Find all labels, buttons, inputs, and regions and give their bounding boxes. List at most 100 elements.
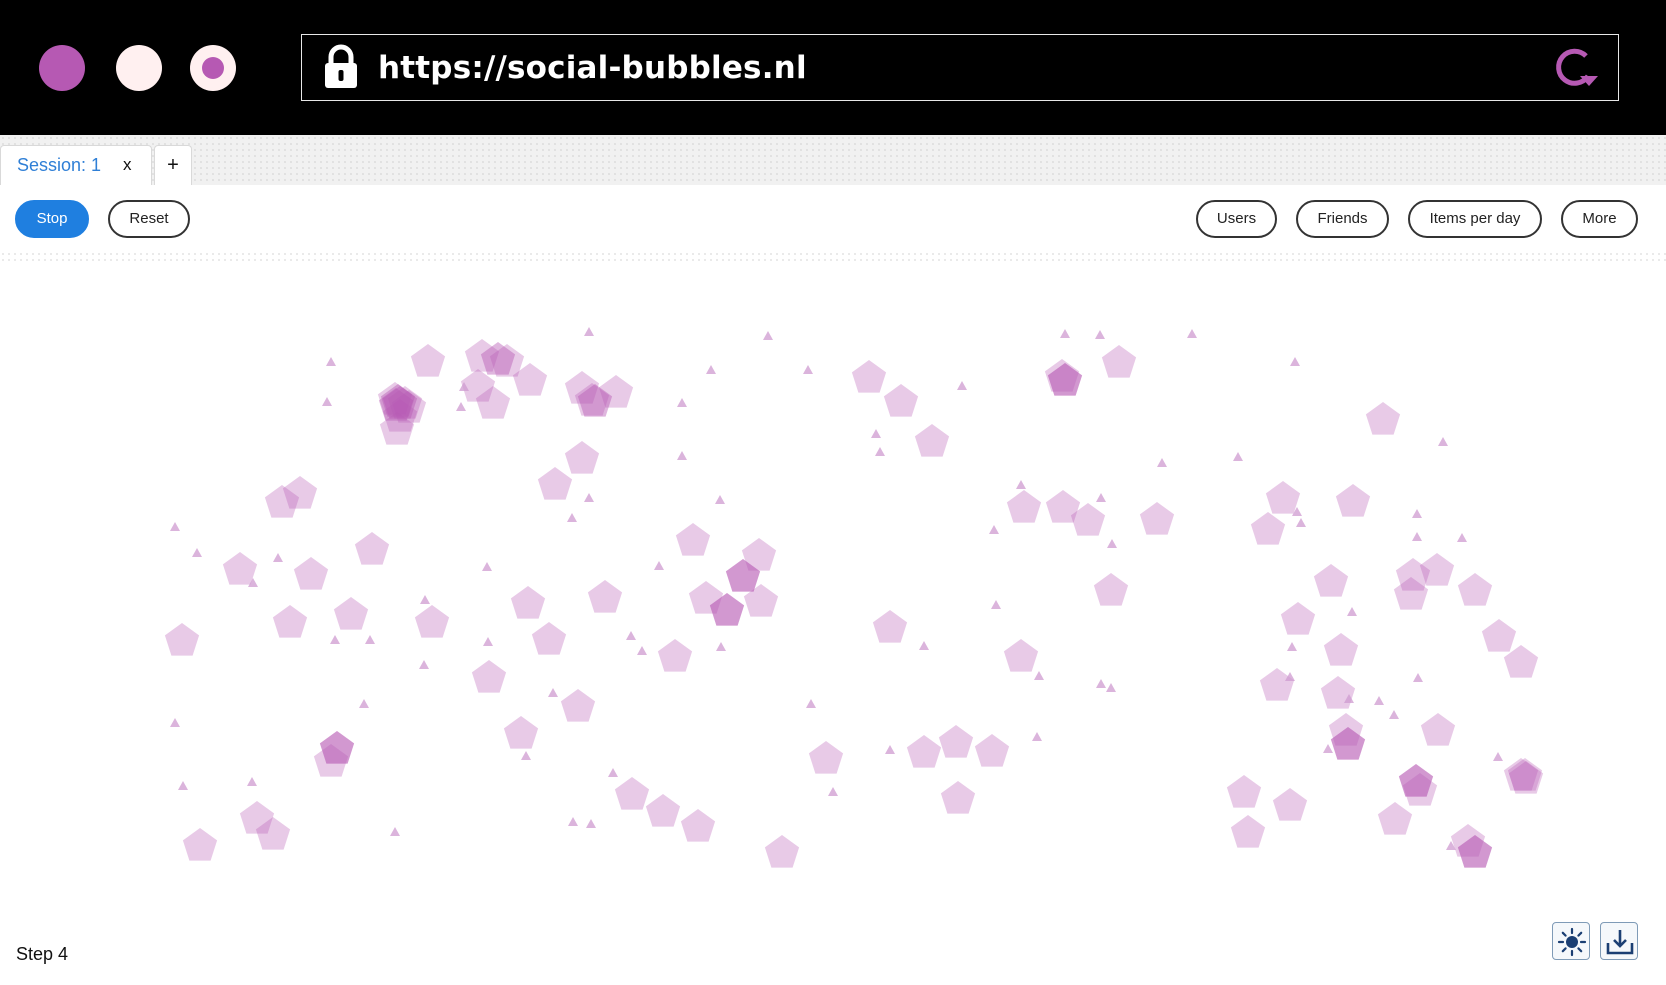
user-bubble[interactable] bbox=[1481, 619, 1517, 652]
item-triangle bbox=[1457, 533, 1467, 542]
friends-button[interactable]: Friends bbox=[1296, 200, 1389, 238]
item-triangle bbox=[1347, 607, 1357, 616]
item-triangle bbox=[273, 553, 283, 562]
user-bubble[interactable] bbox=[1320, 676, 1356, 709]
user-bubble[interactable] bbox=[503, 716, 539, 749]
user-bubble[interactable] bbox=[764, 835, 800, 868]
item-triangle bbox=[170, 718, 180, 727]
user-bubble[interactable] bbox=[1419, 553, 1455, 586]
user-bubble[interactable] bbox=[1457, 573, 1493, 606]
item-triangle bbox=[568, 817, 578, 826]
item-triangle bbox=[521, 751, 531, 760]
item-triangle bbox=[1106, 683, 1116, 692]
add-tab-button[interactable]: + bbox=[154, 145, 192, 185]
user-bubble[interactable] bbox=[1259, 668, 1295, 701]
user-bubble[interactable] bbox=[164, 623, 200, 656]
user-bubble[interactable] bbox=[1323, 633, 1359, 666]
user-bubble[interactable] bbox=[1250, 512, 1286, 545]
user-bubble[interactable] bbox=[471, 660, 507, 693]
item-triangle bbox=[989, 525, 999, 534]
user-bubble[interactable] bbox=[906, 735, 942, 768]
item-triangle bbox=[1412, 509, 1422, 518]
item-triangle bbox=[1412, 532, 1422, 541]
step-counter: Step 4 bbox=[16, 944, 69, 964]
user-bubble[interactable] bbox=[222, 552, 258, 585]
item-triangle bbox=[637, 646, 647, 655]
stop-button[interactable]: Stop bbox=[15, 200, 89, 238]
user-bubble[interactable] bbox=[1272, 788, 1308, 821]
user-bubble[interactable] bbox=[537, 467, 573, 500]
user-bubble-cluster[interactable] bbox=[319, 731, 355, 764]
user-bubble[interactable] bbox=[272, 605, 308, 638]
item-triangle bbox=[1107, 539, 1117, 548]
address-bar[interactable]: https://social-bubbles.nl bbox=[301, 34, 1619, 101]
user-bubble[interactable] bbox=[1420, 713, 1456, 746]
user-bubble[interactable] bbox=[564, 441, 600, 474]
user-bubble[interactable] bbox=[1313, 564, 1349, 597]
user-bubble[interactable] bbox=[614, 777, 650, 810]
user-bubble[interactable] bbox=[675, 523, 711, 556]
item-triangle bbox=[1060, 329, 1070, 338]
user-bubble[interactable] bbox=[1139, 502, 1175, 535]
item-triangle bbox=[170, 522, 180, 531]
item-triangle bbox=[548, 688, 558, 697]
user-bubble[interactable] bbox=[808, 741, 844, 774]
user-bubble-cluster[interactable] bbox=[1398, 764, 1434, 797]
reload-icon[interactable] bbox=[1552, 46, 1600, 90]
user-bubble[interactable] bbox=[1006, 490, 1042, 523]
users-button[interactable]: Users bbox=[1196, 200, 1277, 238]
download-icon bbox=[1606, 930, 1634, 955]
user-bubble[interactable] bbox=[974, 734, 1010, 767]
item-triangle bbox=[1438, 437, 1448, 446]
simulation-canvas[interactable] bbox=[0, 261, 1666, 985]
user-bubble[interactable] bbox=[1335, 484, 1371, 517]
user-bubble[interactable] bbox=[293, 557, 329, 590]
user-bubble[interactable] bbox=[851, 360, 887, 393]
user-bubble[interactable] bbox=[1226, 775, 1262, 808]
more-button[interactable]: More bbox=[1561, 200, 1638, 238]
user-bubble[interactable] bbox=[1230, 815, 1266, 848]
user-bubble[interactable] bbox=[414, 605, 450, 638]
user-bubble[interactable] bbox=[333, 597, 369, 630]
user-bubble[interactable] bbox=[1093, 573, 1129, 606]
user-bubble[interactable] bbox=[1365, 402, 1401, 435]
item-triangle bbox=[192, 548, 202, 557]
user-bubble[interactable] bbox=[531, 622, 567, 655]
item-triangle bbox=[626, 631, 636, 640]
user-bubble[interactable] bbox=[657, 639, 693, 672]
sun-icon-button[interactable] bbox=[1552, 922, 1590, 960]
user-bubble[interactable] bbox=[1280, 602, 1316, 635]
user-bubble[interactable] bbox=[1377, 802, 1413, 835]
download-icon-button[interactable] bbox=[1600, 922, 1638, 960]
simulation-svg[interactable] bbox=[0, 261, 1666, 985]
window-dot-ring[interactable] bbox=[190, 45, 236, 91]
user-bubble[interactable] bbox=[940, 781, 976, 814]
reset-button[interactable]: Reset bbox=[108, 200, 190, 238]
window-dot-white[interactable] bbox=[116, 45, 162, 91]
user-bubble[interactable] bbox=[510, 586, 546, 619]
item-triangle bbox=[677, 451, 687, 460]
window-dot-purple[interactable] bbox=[39, 45, 85, 91]
user-bubble[interactable] bbox=[872, 610, 908, 643]
user-bubble[interactable] bbox=[182, 828, 218, 861]
user-bubble[interactable] bbox=[1265, 481, 1301, 514]
user-bubble[interactable] bbox=[645, 794, 681, 827]
tab-session[interactable]: Session: 1 x bbox=[0, 145, 152, 185]
lock-icon bbox=[325, 44, 357, 88]
user-bubble[interactable] bbox=[1003, 639, 1039, 672]
tab-close-button[interactable]: x bbox=[123, 155, 132, 175]
items-per-day-button[interactable]: Items per day bbox=[1408, 200, 1542, 238]
user-bubble[interactable] bbox=[938, 725, 974, 758]
item-triangle bbox=[715, 495, 725, 504]
user-bubble[interactable] bbox=[680, 809, 716, 842]
user-bubble[interactable] bbox=[410, 344, 446, 377]
user-bubble[interactable] bbox=[1101, 345, 1137, 378]
item-triangle bbox=[1413, 673, 1423, 682]
user-bubble[interactable] bbox=[560, 689, 596, 722]
user-bubble[interactable] bbox=[883, 384, 919, 417]
user-bubble[interactable] bbox=[354, 532, 390, 565]
item-triangle bbox=[330, 635, 340, 644]
item-triangle bbox=[1032, 732, 1042, 741]
user-bubble[interactable] bbox=[914, 424, 950, 457]
user-bubble[interactable] bbox=[587, 580, 623, 613]
